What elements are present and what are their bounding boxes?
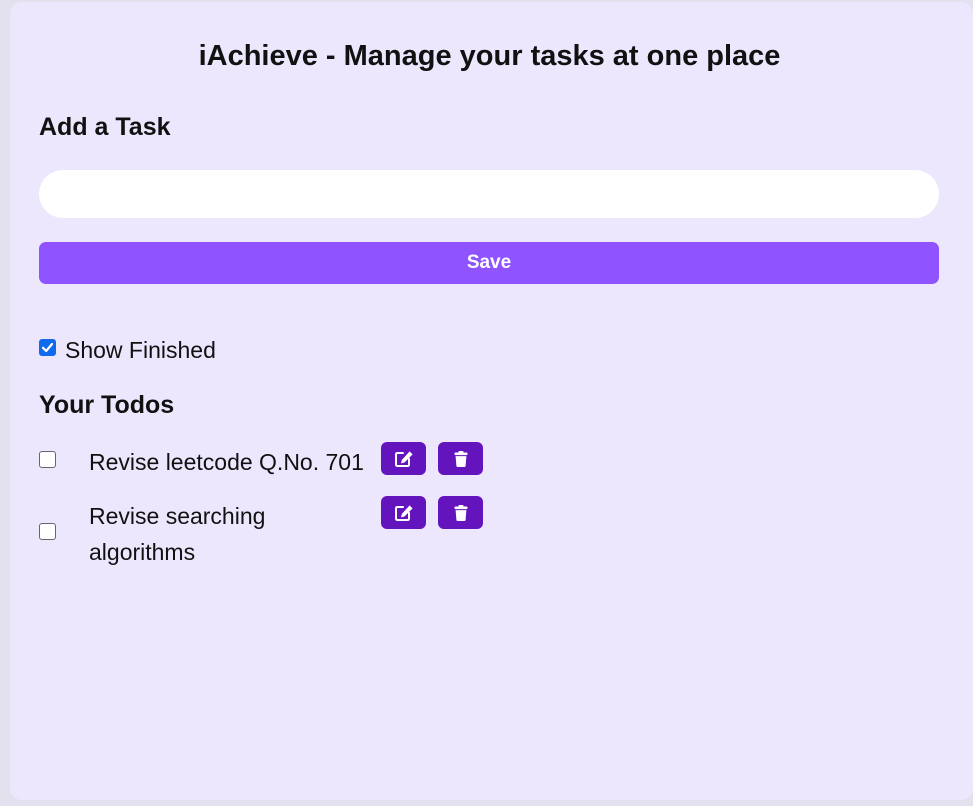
todo-checkbox[interactable]	[39, 523, 56, 540]
save-button[interactable]: Save	[39, 242, 939, 284]
todo-card: iAchieve - Manage your tasks at one plac…	[10, 2, 973, 800]
checkmark-icon	[41, 342, 54, 353]
todo-text: Revise searching algorithms	[89, 503, 266, 565]
show-finished-checkbox[interactable]	[39, 339, 56, 356]
add-task-heading: Add a Task	[39, 113, 171, 141]
edit-button[interactable]	[381, 442, 426, 475]
edit-button[interactable]	[381, 496, 426, 529]
page-title: iAchieve - Manage your tasks at one plac…	[198, 40, 781, 72]
edit-icon	[394, 504, 413, 521]
task-input[interactable]	[39, 170, 939, 218]
trash-icon	[454, 450, 467, 467]
trash-icon	[454, 504, 467, 521]
todo-text: Revise leetcode Q.No. 701	[89, 449, 364, 475]
your-todos-heading: Your Todos	[39, 391, 175, 419]
show-finished-label[interactable]: Show Finished	[65, 336, 216, 364]
todo-checkbox[interactable]	[39, 451, 56, 468]
delete-button[interactable]	[438, 496, 483, 529]
delete-button[interactable]	[438, 442, 483, 475]
edit-icon	[394, 450, 413, 467]
